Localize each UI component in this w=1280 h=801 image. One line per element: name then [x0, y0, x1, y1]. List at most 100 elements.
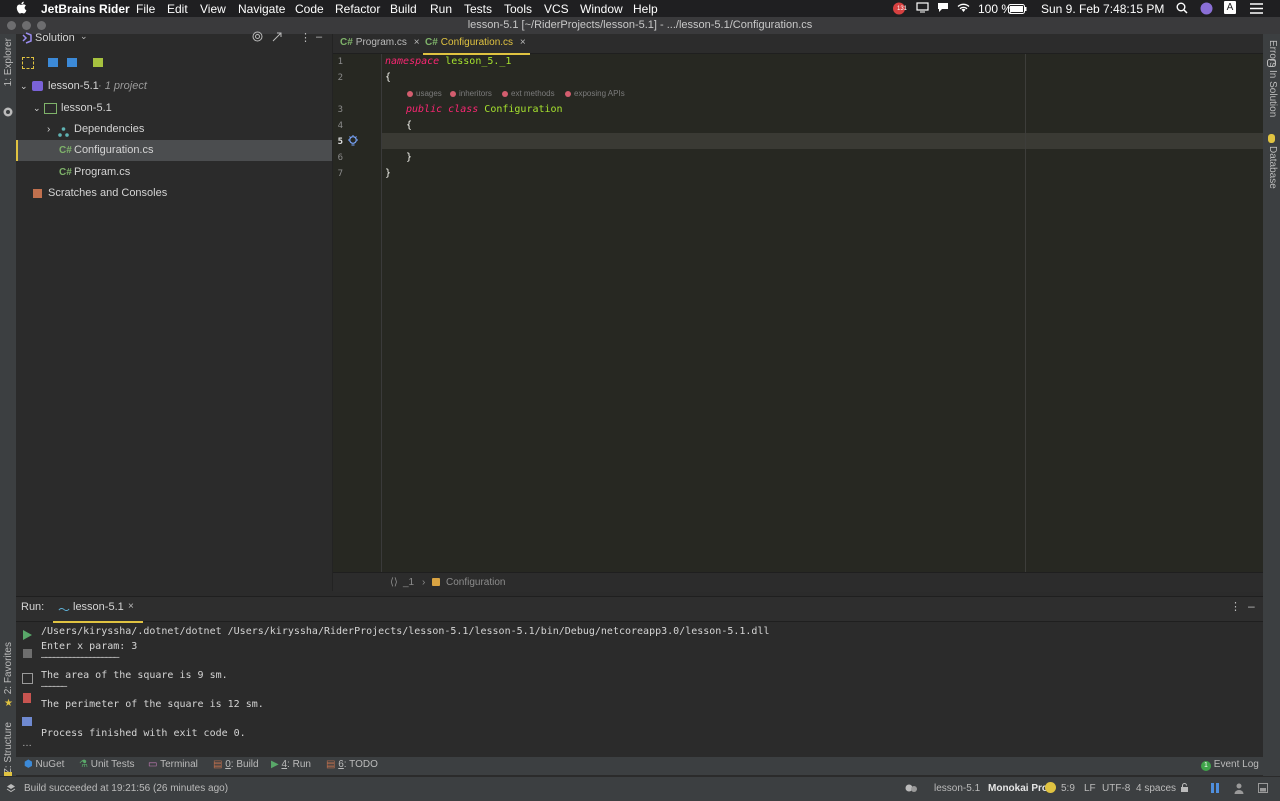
tab-configuration-cs[interactable]: C# Configuration.cs ×: [423, 34, 530, 55]
close-tab-icon[interactable]: ×: [414, 37, 420, 48]
tree-item-configuration-cs[interactable]: C# Configuration.cs: [16, 140, 332, 161]
solution-view-selector[interactable]: Solution: [35, 32, 75, 44]
menu-tests[interactable]: Tests: [464, 2, 492, 16]
breadcrumb-namespace[interactable]: _1: [403, 573, 414, 592]
code-line-3[interactable]: public class Configuration: [406, 104, 563, 115]
filter-icon[interactable]: [67, 58, 77, 67]
stop-icon[interactable]: [23, 649, 32, 658]
more-icon[interactable]: …: [22, 738, 32, 749]
event-log-tool-button[interactable]: 1 Event Log: [1201, 759, 1259, 771]
run-config-icon: 〜: [58, 603, 71, 617]
menu-refactor[interactable]: Refactor: [335, 2, 380, 16]
layers-icon[interactable]: [6, 783, 16, 796]
terminal-tool-button[interactable]: ▭ Terminal: [148, 759, 198, 770]
file-view-icon[interactable]: [93, 58, 103, 67]
code-line-4[interactable]: {: [406, 120, 412, 131]
messages-icon[interactable]: [937, 2, 949, 16]
errors-in-solution-tool-button[interactable]: Errors In Solution: [1267, 40, 1278, 117]
menu-vcs[interactable]: VCS: [544, 2, 569, 16]
run-tool-button[interactable]: ▶ 4: Run: [271, 759, 311, 770]
structure-tool-button[interactable]: Z: Structure: [3, 722, 14, 774]
wifi-icon[interactable]: [956, 2, 971, 16]
lightbulb-icon[interactable]: [348, 135, 358, 150]
notification-center-icon[interactable]: [1250, 3, 1263, 17]
status-project[interactable]: lesson-5.1: [934, 783, 980, 794]
chevron-down-icon[interactable]: ⌄: [20, 76, 28, 97]
explorer-tool-button[interactable]: 1: Explorer: [3, 38, 14, 86]
chevron-right-icon[interactable]: ›: [47, 119, 50, 140]
codevision-ext-methods[interactable]: ext methods: [502, 89, 555, 98]
collapse-all-icon[interactable]: [272, 31, 282, 45]
tree-item-solution[interactable]: ⌄ lesson-5.1 · 1 project: [16, 76, 332, 97]
close-tab-icon[interactable]: ×: [128, 601, 134, 612]
tree-item-scratches[interactable]: Scratches and Consoles: [16, 183, 332, 204]
status-theme[interactable]: Monokai Pro: [988, 783, 1048, 794]
battery-icon[interactable]: [1008, 3, 1027, 17]
status-encoding[interactable]: UTF-8: [1102, 783, 1130, 794]
code-line-6[interactable]: }: [406, 152, 412, 163]
run-tab-lesson-5-1[interactable]: 〜 lesson-5.1 ×: [53, 597, 143, 623]
code-line-7[interactable]: }: [385, 168, 391, 179]
menu-navigate[interactable]: Navigate: [238, 2, 285, 16]
menu-app-name[interactable]: JetBrains Rider: [41, 2, 130, 16]
menu-build[interactable]: Build: [390, 2, 417, 16]
database-tool-button[interactable]: Database: [1267, 146, 1278, 189]
chevron-down-icon[interactable]: ⌄: [80, 31, 88, 42]
breadcrumb-class[interactable]: Configuration: [446, 573, 505, 592]
hide-panel-icon[interactable]: –: [316, 31, 322, 43]
minimize-window-button[interactable]: [22, 21, 31, 30]
tree-item-project[interactable]: ⌄ lesson-5.1: [16, 98, 332, 119]
status-message[interactable]: Build succeeded at 19:21:56 (26 minutes …: [24, 783, 228, 794]
more-options-icon[interactable]: ⋮: [1230, 600, 1241, 613]
menu-file[interactable]: File: [136, 2, 155, 16]
favorites-tool-button[interactable]: 2: Favorites: [3, 642, 14, 694]
code-line-2[interactable]: {: [385, 72, 391, 83]
hide-panel-icon[interactable]: –: [1248, 599, 1255, 613]
menubar-clock[interactable]: Sun 9. Feb 7:48:15 PM: [1041, 2, 1164, 16]
menu-help[interactable]: Help: [633, 2, 658, 16]
pause-icon[interactable]: [1210, 783, 1220, 796]
services-icon[interactable]: [905, 783, 918, 796]
zoom-window-button[interactable]: [37, 21, 46, 30]
inspector-icon[interactable]: [1234, 783, 1244, 797]
status-caret-position[interactable]: 5:9: [1061, 783, 1075, 794]
tree-item-dependencies[interactable]: › Dependencies: [16, 119, 332, 140]
select-in-icon[interactable]: [22, 57, 34, 69]
tab-program-cs[interactable]: C# Program.cs ×: [340, 34, 420, 53]
restore-layout-icon[interactable]: [22, 673, 33, 684]
memory-indicator-icon[interactable]: [1258, 783, 1268, 796]
menu-edit[interactable]: Edit: [167, 2, 188, 16]
rerun-icon[interactable]: [23, 629, 32, 643]
close-window-button[interactable]: [7, 21, 16, 30]
lock-icon[interactable]: [1180, 783, 1189, 796]
apple-icon[interactable]: [16, 1, 27, 17]
status-line-separator[interactable]: LF: [1084, 783, 1096, 794]
todo-label: : TODO: [343, 759, 378, 770]
nuget-tool-button[interactable]: ⬢ NuGet: [24, 759, 64, 770]
menu-tools[interactable]: Tools: [504, 2, 532, 16]
codevision-exposing-apis[interactable]: exposing APIs: [565, 89, 625, 98]
spotlight-search-icon[interactable]: [1176, 2, 1188, 17]
codevision-inheritors[interactable]: inheritors: [450, 89, 492, 98]
close-tab-icon[interactable]: ×: [520, 37, 526, 48]
layout-icon[interactable]: [22, 717, 32, 726]
menu-view[interactable]: View: [200, 2, 226, 16]
input-source-icon[interactable]: A: [1224, 1, 1236, 14]
todo-tool-button[interactable]: ▤ 6: TODO: [326, 759, 378, 770]
status-indent[interactable]: 4 spaces: [1136, 783, 1176, 794]
build-tool-button[interactable]: ▤ 0: Build: [213, 759, 259, 770]
cast-icon[interactable]: [916, 2, 929, 16]
chevron-down-icon[interactable]: ⌄: [33, 98, 41, 119]
locate-target-icon[interactable]: [252, 31, 263, 45]
unit-tests-tool-button[interactable]: ⚗ Unit Tests: [79, 759, 134, 770]
codevision-usages[interactable]: usages: [407, 89, 442, 98]
menu-code[interactable]: Code: [295, 2, 324, 16]
show-all-files-icon[interactable]: [48, 58, 58, 67]
clear-output-icon[interactable]: [23, 693, 31, 703]
code-line-1[interactable]: namespace lesson_5._1: [385, 56, 511, 67]
siri-icon[interactable]: [1200, 2, 1213, 18]
more-options-icon[interactable]: ⋮: [300, 31, 311, 44]
menu-window[interactable]: Window: [580, 2, 623, 16]
tree-item-program-cs[interactable]: C# Program.cs: [16, 162, 332, 183]
menu-run[interactable]: Run: [430, 2, 452, 16]
